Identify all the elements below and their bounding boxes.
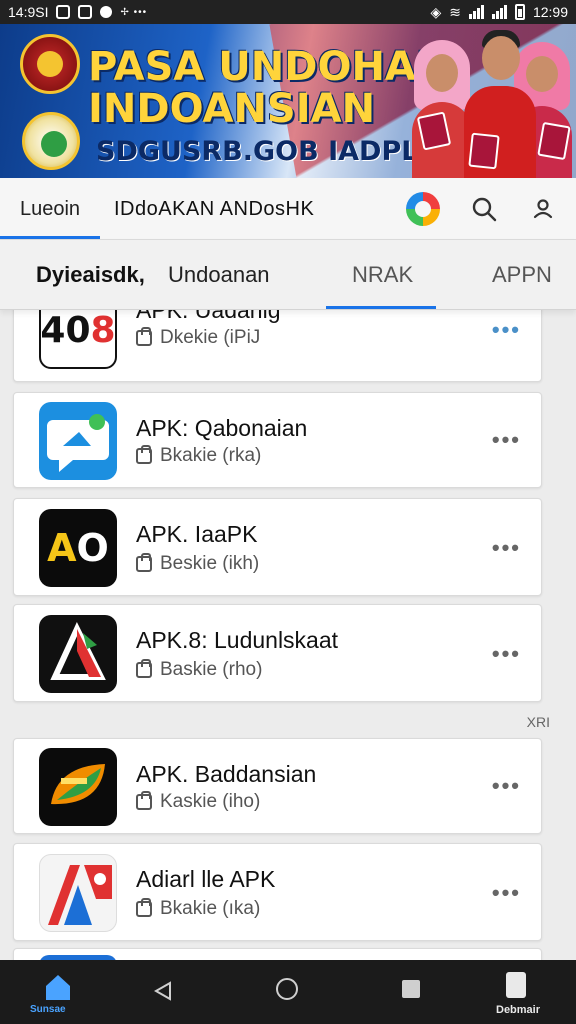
tab-category-3[interactable]: NRAK <box>352 262 413 288</box>
app-meta: Beskie (ikh) <box>136 553 259 575</box>
brand-logo-icon[interactable] <box>406 192 440 226</box>
banner-person-left <box>412 30 472 178</box>
banner-title-line1: PASA UNDOHAN <box>88 44 450 90</box>
search-icon[interactable] <box>471 196 497 222</box>
home-button-icon[interactable] <box>276 978 298 1000</box>
list-item[interactable]: APK. Baddansian Kaskie (iho) ••• <box>13 738 542 834</box>
more-options-button[interactable]: ••• <box>492 317 521 343</box>
banner-card-prop <box>537 121 571 161</box>
section-label: XRI <box>526 714 550 730</box>
tab-login[interactable]: Lueoin <box>20 198 80 221</box>
app-icon-triangle <box>39 615 117 693</box>
wifi-icon: ≋ <box>449 3 461 20</box>
app-name: APK. IaaPK <box>136 521 258 547</box>
signal-icon-2 <box>491 5 507 19</box>
app-meta-text: Dkekie (iPiJ <box>160 327 261 348</box>
app-icon-flag <box>39 854 117 932</box>
status-bar: 14:9SI ✢ ••• ◈ ≋ 12:99 <box>0 0 576 24</box>
package-icon <box>136 898 152 917</box>
app-bar: Lueoin IDdoAKAN ANDosHK <box>0 178 576 240</box>
category-tabs: Dyieaisdk, Undoanan NRAK APPN <box>0 240 576 310</box>
mute-icon: ◈ <box>430 3 442 20</box>
list-item[interactable]: APK.8: Ludunlskaat Baskie (rho) ••• <box>13 604 542 702</box>
active-category-indicator <box>326 306 436 309</box>
app-icon-408: 40 8 <box>39 310 117 369</box>
notification-icon <box>56 5 71 19</box>
tab-category-2[interactable]: Undoanan <box>168 262 270 288</box>
app-notification-icon <box>78 5 93 19</box>
app-meta: Dkekie (iPiJ <box>136 327 260 349</box>
package-icon <box>136 445 152 464</box>
back-icon[interactable] <box>152 980 174 1002</box>
banner-title-line2: INDOANSIAN <box>88 86 376 132</box>
app-meta: Bkakie (rka) <box>136 445 261 467</box>
home-label[interactable]: Sunsae <box>30 1004 66 1015</box>
seal-icon <box>22 112 80 170</box>
list-item[interactable] <box>13 948 542 960</box>
more-options-button[interactable]: ••• <box>492 427 521 453</box>
app-name: APK. Baddansian <box>136 761 317 787</box>
app-meta-text: Kaskie (iho) <box>160 791 261 812</box>
app-meta-text: Baskie (rho) <box>160 659 263 680</box>
package-icon <box>136 791 152 810</box>
app-name: APK: Qabonaian <box>136 415 308 441</box>
tab-category-4[interactable]: APPN <box>492 262 552 288</box>
app-meta-text: Beskie (ikh) <box>160 553 260 574</box>
more-options-button[interactable]: ••• <box>492 880 521 906</box>
app-icon-chat <box>39 402 117 480</box>
package-icon <box>136 659 152 678</box>
app-icon-leaf <box>39 748 117 826</box>
list-item[interactable]: Adiarl lle APK Bkakie (ıka) ••• <box>13 843 542 941</box>
promo-banner[interactable]: PASA UNDOHAN INDOANSIAN SDGUSRB.GOB IADP… <box>0 24 576 178</box>
message-icon <box>100 6 113 18</box>
app-meta: Kaskie (iho) <box>136 791 260 813</box>
emblem-icon <box>20 34 80 94</box>
more-options-button[interactable]: ••• <box>492 535 521 561</box>
download-icon[interactable] <box>506 972 526 998</box>
recents-icon[interactable] <box>402 980 420 998</box>
app-icon-ao: AO <box>39 509 117 587</box>
download-label[interactable]: Debmair <box>496 1004 540 1016</box>
home-icon[interactable] <box>40 972 76 1002</box>
banner-card-prop <box>468 132 500 170</box>
more-notifications-icon: ✢ ••• <box>120 6 148 18</box>
banner-subtitle: SDGUSRB.GOB IADPL! <box>96 136 431 167</box>
package-icon <box>136 327 152 346</box>
navigation-bar: Sunsae Debmair <box>0 960 576 1024</box>
signal-icon <box>468 5 484 19</box>
status-time: 14:9SI <box>8 4 49 20</box>
app-name: APK.8: Ludunlskaat <box>136 627 339 653</box>
list-item[interactable]: 40 8 APK. Uadanig Dkekie (iPiJ ••• <box>13 310 542 382</box>
active-tab-indicator <box>0 236 100 239</box>
battery-icon <box>514 4 525 20</box>
app-list: 40 8 APK. Uadanig Dkekie (iPiJ ••• APK: Q… <box>0 310 576 960</box>
app-bar-title: IDdoAKAN ANDosHK <box>114 198 315 220</box>
app-meta: Bkakie (ıka) <box>136 898 260 920</box>
app-meta-text: Bkakie (rka) <box>160 445 262 466</box>
app-name: APK. Uadanig <box>136 310 281 323</box>
app-meta: Baskie (rho) <box>136 659 262 681</box>
account-icon[interactable] <box>530 196 556 222</box>
tab-category-1[interactable]: Dyieaisdk, <box>36 262 145 288</box>
status-time-right: 12:99 <box>532 4 568 20</box>
list-item[interactable]: AO APK. IaaPK Beskie (ikh) ••• <box>13 498 542 596</box>
list-item[interactable]: APK: Qabonaian Bkakie (rka) ••• <box>13 392 542 488</box>
more-options-button[interactable]: ••• <box>492 773 521 799</box>
more-options-button[interactable]: ••• <box>492 641 521 667</box>
package-icon <box>136 553 152 572</box>
app-name: Adiarl lle APK <box>136 866 276 892</box>
app-meta-text: Bkakie (ıka) <box>160 898 261 919</box>
